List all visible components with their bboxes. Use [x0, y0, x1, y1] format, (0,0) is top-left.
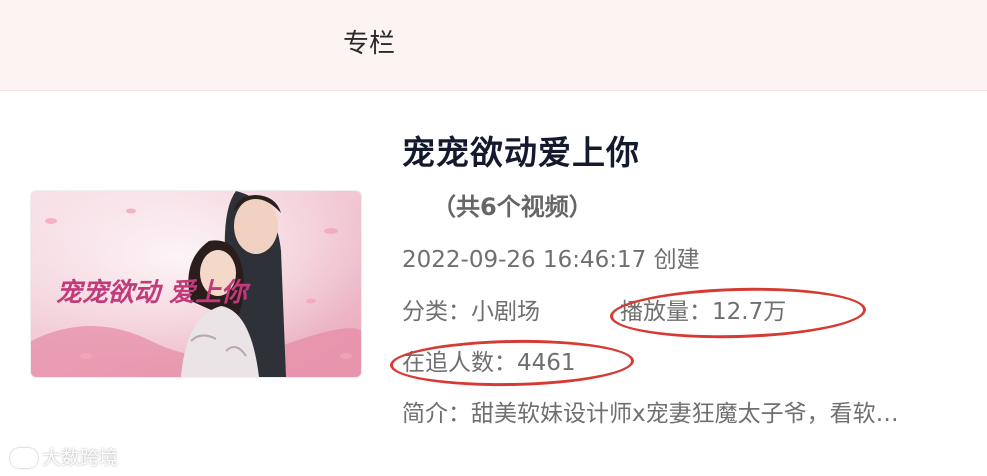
tab-column[interactable]: 专栏: [343, 28, 395, 60]
album-title[interactable]: 宠宠欲动爱上你: [402, 133, 640, 173]
cover-illustration: 宠宠欲动 爱上你: [31, 191, 361, 377]
album-cover-thumbnail[interactable]: 宠宠欲动 爱上你: [30, 190, 362, 378]
cover-title-art: 宠宠欲动 爱上你: [56, 278, 251, 308]
created-time: 2022-09-26 16:46:17 创建: [402, 247, 700, 273]
album-intro[interactable]: 简介：甜美软妹设计师x宠妻狂魔太子爷，看软…: [402, 399, 967, 429]
watermark: 大数跨境: [10, 446, 118, 470]
watermark-text: 大数跨境: [42, 447, 119, 469]
highlight-circle-plays: [609, 284, 867, 342]
highlight-circle-followers: [389, 337, 635, 389]
watermark-logo-icon: [10, 448, 38, 468]
video-count: （共6个视频）: [432, 193, 593, 221]
category-label: 分类：小剧场: [402, 299, 540, 325]
header-bar: 专栏: [0, 0, 987, 91]
